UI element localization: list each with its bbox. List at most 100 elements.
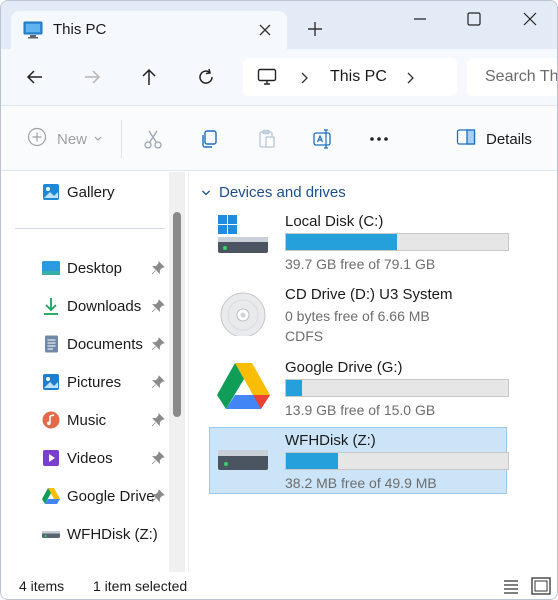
tab-this-pc[interactable]: This PC: [11, 11, 287, 49]
drive-free-space: 38.2 MB free of 49.9 MB: [285, 475, 437, 491]
forward-button[interactable]: [81, 66, 103, 88]
drive-name: CD Drive (D:) U3 System: [285, 286, 453, 303]
drive-name: Local Disk (C:): [285, 213, 384, 230]
drive-free-space: 0 bytes free of 6.66 MB: [285, 308, 430, 324]
sidebar-item-label: Google Drive: [67, 487, 155, 505]
videos-icon: [41, 448, 61, 468]
google-drive-icon: [41, 486, 61, 506]
desktop-icon: [41, 258, 61, 278]
chevron-right-icon[interactable]: [405, 71, 415, 89]
title-bar: This PC: [1, 1, 557, 49]
tab-title: This PC: [53, 21, 107, 38]
sidebar-item-videos[interactable]: Videos: [41, 446, 113, 470]
up-button[interactable]: [138, 66, 160, 88]
tiles-view-icon[interactable]: [530, 576, 552, 596]
details-pane-button[interactable]: Details: [456, 128, 532, 151]
command-bar: New Details: [1, 106, 557, 171]
paste-icon[interactable]: [256, 128, 278, 150]
close-tab-icon[interactable]: [255, 20, 275, 40]
pin-icon[interactable]: [151, 299, 165, 313]
sidebar-item-label: Gallery: [67, 183, 115, 201]
selection-count: 1 item selected: [93, 578, 188, 594]
chevron-down-icon: [201, 184, 211, 201]
drive-free-space: 39.7 GB free of 79.1 GB: [285, 256, 436, 272]
pin-icon[interactable]: [151, 375, 165, 389]
refresh-button[interactable]: [195, 66, 217, 88]
search-box[interactable]: Search This PC: [467, 58, 558, 96]
status-bar: 4 items 1 item selected: [1, 572, 557, 599]
plus-circle-icon: [27, 127, 47, 152]
sidebar-scrollbar-thumb[interactable]: [173, 212, 181, 417]
rename-icon[interactable]: [312, 128, 334, 150]
navigation-bar: This PC Search This PC: [1, 49, 557, 106]
sidebar-item-desktop[interactable]: Desktop: [41, 256, 122, 280]
sidebar-item-label: Music: [67, 411, 107, 429]
pictures-icon: [41, 372, 61, 392]
new-label: New: [57, 130, 88, 148]
this-pc-icon: [23, 21, 43, 44]
music-icon: [41, 410, 61, 430]
documents-icon: [41, 334, 61, 354]
address-bar[interactable]: This PC: [243, 58, 457, 96]
copy-icon[interactable]: [198, 128, 220, 150]
pin-icon[interactable]: [151, 261, 165, 275]
maximize-button[interactable]: [459, 9, 489, 29]
cd-drive-icon: [216, 286, 272, 338]
sidebar-item-pictures[interactable]: Pictures: [41, 370, 121, 394]
file-explorer-window: This PC This PC Search Th New Details Ga…: [0, 0, 558, 600]
drive-wfhdisk-z[interactable]: WFHDisk (Z:) 38.2 MB free of 49.9 MB: [216, 432, 546, 502]
sidebar-item-label: Downloads: [67, 297, 142, 315]
sidebar-item-label: WFHDisk (Z:): [67, 525, 158, 543]
command-separator: [121, 120, 122, 158]
back-button[interactable]: [24, 66, 46, 88]
more-options-icon[interactable]: [368, 128, 390, 150]
downloads-icon: [41, 296, 61, 316]
drive-usage-fill: [286, 453, 338, 469]
drive-free-space: 13.9 GB free of 15.0 GB: [285, 402, 436, 418]
sidebar-item-label: Documents: [67, 335, 143, 353]
minimize-button[interactable]: [405, 9, 435, 29]
drive-usage-fill: [286, 234, 397, 250]
details-view-icon[interactable]: [502, 577, 520, 595]
drive-filesystem: CDFS: [285, 328, 324, 344]
group-header-devices[interactable]: Devices and drives: [201, 184, 346, 201]
monitor-icon: [257, 68, 277, 91]
new-tab-button[interactable]: [305, 19, 325, 39]
sidebar-item-google-drive[interactable]: Google Drive: [41, 484, 155, 508]
sidebar-item-label: Desktop: [67, 259, 123, 277]
chevron-down-icon: [93, 130, 103, 148]
details-pane-icon: [456, 128, 476, 151]
sidebar-item-wfhdisk[interactable]: WFHDisk (Z:): [41, 522, 158, 546]
sidebar-item-gallery[interactable]: Gallery: [41, 180, 115, 204]
sidebar-divider: [15, 228, 165, 229]
chevron-right-icon[interactable]: [299, 71, 309, 89]
details-label: Details: [486, 131, 532, 148]
drive-local-disk-c[interactable]: Local Disk (C:) 39.7 GB free of 79.1 GB: [216, 213, 546, 283]
drive-icon: [41, 524, 61, 544]
pin-icon[interactable]: [151, 489, 165, 503]
drive-icon: [216, 432, 272, 482]
drive-name: WFHDisk (Z:): [285, 432, 376, 449]
new-button[interactable]: New: [27, 127, 103, 152]
drive-usage-bar: [285, 233, 509, 251]
pin-icon[interactable]: [151, 337, 165, 351]
drive-cd-d[interactable]: CD Drive (D:) U3 System 0 bytes free of …: [216, 286, 546, 356]
item-count: 4 items: [19, 578, 65, 594]
sidebar-item-music[interactable]: Music: [41, 408, 106, 432]
group-header-label: Devices and drives: [219, 184, 346, 201]
sidebar-item-documents[interactable]: Documents: [41, 332, 143, 356]
drive-usage-fill: [286, 380, 303, 396]
pin-icon[interactable]: [151, 451, 165, 465]
gallery-icon: [41, 182, 61, 202]
sidebar-item-downloads[interactable]: Downloads: [41, 294, 141, 318]
close-window-button[interactable]: [515, 9, 545, 29]
pin-icon[interactable]: [151, 413, 165, 427]
drive-google-drive-g[interactable]: Google Drive (G:) 13.9 GB free of 15.0 G…: [216, 359, 546, 429]
address-segment[interactable]: This PC: [330, 68, 387, 86]
google-drive-icon: [216, 359, 272, 409]
windows-drive-icon: [216, 213, 272, 263]
cut-icon[interactable]: [142, 128, 164, 150]
search-placeholder: Search This PC: [485, 68, 558, 85]
sidebar-item-label: Pictures: [67, 373, 122, 391]
sidebar-item-label: Videos: [67, 449, 113, 467]
